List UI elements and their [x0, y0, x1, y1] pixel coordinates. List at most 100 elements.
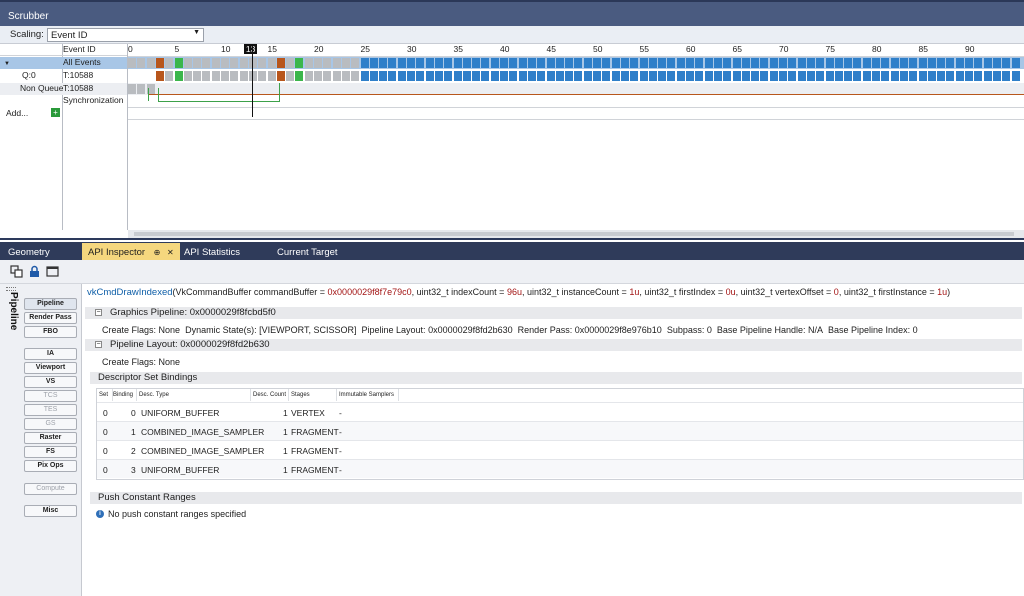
event-cell[interactable]	[927, 71, 936, 81]
event-cell[interactable]	[695, 58, 704, 68]
add-track[interactable]: Add...	[0, 108, 50, 120]
event-row-q0[interactable]	[128, 70, 1024, 82]
event-cell[interactable]	[230, 58, 239, 68]
event-cell[interactable]	[881, 71, 890, 81]
event-row-all[interactable]	[128, 57, 1024, 69]
event-cell[interactable]	[732, 58, 741, 68]
event-cell[interactable]	[490, 58, 499, 68]
event-cell[interactable]	[565, 58, 574, 68]
event-cell[interactable]	[751, 71, 760, 81]
event-cell[interactable]	[723, 58, 732, 68]
event-cell[interactable]	[806, 58, 815, 68]
pin-icon[interactable]: ⊕	[154, 248, 161, 257]
track-row-all-events[interactable]: ▼	[0, 57, 63, 69]
event-cell[interactable]	[323, 58, 332, 68]
event-cell[interactable]	[713, 71, 722, 81]
event-cell[interactable]	[797, 71, 806, 81]
event-cell[interactable]	[490, 71, 499, 81]
event-cell[interactable]	[267, 71, 276, 81]
event-cell[interactable]	[193, 58, 202, 68]
event-cell[interactable]	[825, 71, 834, 81]
event-cell[interactable]	[955, 71, 964, 81]
table-row[interactable]: 0 0 UNIFORM_BUFFER 1 VERTEX -	[97, 402, 1023, 421]
event-cell[interactable]	[137, 84, 146, 94]
event-cell[interactable]	[723, 71, 732, 81]
event-cell[interactable]	[546, 71, 555, 81]
event-cell[interactable]	[639, 58, 648, 68]
sidebar-vs-button[interactable]: VS	[24, 376, 77, 388]
event-cell[interactable]	[323, 71, 332, 81]
event-cell[interactable]	[230, 71, 239, 81]
event-cell[interactable]	[174, 71, 183, 81]
sidebar-fs-button[interactable]: FS	[24, 446, 77, 458]
track-row-nonqueue[interactable]: Non Queue	[0, 83, 63, 95]
event-cell[interactable]	[899, 71, 908, 81]
event-cell[interactable]	[332, 71, 341, 81]
event-cell[interactable]	[853, 58, 862, 68]
event-cell[interactable]	[546, 58, 555, 68]
event-cell[interactable]	[816, 71, 825, 81]
event-cell[interactable]	[304, 71, 313, 81]
event-cell[interactable]	[388, 71, 397, 81]
event-cell[interactable]	[351, 71, 360, 81]
sidebar-fbo-button[interactable]: FBO	[24, 326, 77, 338]
event-cell[interactable]	[992, 71, 1001, 81]
event-cell[interactable]	[258, 71, 267, 81]
event-cell[interactable]	[658, 58, 667, 68]
track-row-q0[interactable]: Q:0	[0, 70, 63, 82]
event-cell[interactable]	[527, 71, 536, 81]
event-cell[interactable]	[360, 71, 369, 81]
event-cell[interactable]	[444, 71, 453, 81]
event-cell[interactable]	[407, 58, 415, 68]
event-cell[interactable]	[788, 58, 797, 68]
event-cell[interactable]	[314, 58, 322, 68]
event-cell[interactable]	[314, 71, 322, 81]
event-cell[interactable]	[481, 58, 490, 68]
all-events-label[interactable]: All Events	[63, 57, 127, 69]
event-cell[interactable]	[239, 58, 248, 68]
event-cell[interactable]	[602, 58, 611, 68]
event-cell[interactable]	[676, 58, 685, 68]
scaling-dropdown[interactable]: Event ID ▼	[47, 28, 204, 42]
sidebar-compute-button[interactable]: Compute	[24, 483, 77, 495]
event-cell[interactable]	[500, 71, 508, 81]
sidebar-tcs-button[interactable]: TCS	[24, 390, 77, 402]
event-cell[interactable]	[155, 58, 164, 68]
event-cell[interactable]	[267, 58, 276, 68]
event-cell[interactable]	[128, 58, 136, 68]
event-cell[interactable]	[1002, 71, 1011, 81]
event-cell[interactable]	[500, 58, 508, 68]
event-cell[interactable]	[276, 71, 285, 81]
event-cell[interactable]	[593, 71, 601, 81]
event-cell[interactable]	[890, 71, 899, 81]
event-cell[interactable]	[1002, 58, 1011, 68]
event-cell[interactable]	[862, 58, 871, 68]
event-cell[interactable]	[518, 58, 527, 68]
event-cell[interactable]	[695, 71, 704, 81]
event-cell[interactable]	[221, 71, 229, 81]
tab-geometry[interactable]: Geometry	[2, 245, 56, 260]
event-cell[interactable]	[946, 58, 955, 68]
event-cell[interactable]	[258, 58, 267, 68]
event-cell[interactable]	[183, 58, 192, 68]
event-cell[interactable]	[332, 58, 341, 68]
event-cell[interactable]	[732, 71, 741, 81]
column-header-set[interactable]: Set	[99, 389, 113, 401]
add-icon[interactable]: +	[51, 108, 60, 117]
event-cell[interactable]	[909, 58, 918, 68]
event-cell[interactable]	[407, 71, 415, 81]
scrollbar-thumb[interactable]	[134, 232, 1014, 236]
event-cell[interactable]	[890, 58, 899, 68]
event-cell[interactable]	[704, 71, 713, 81]
tick-ruler[interactable]: 0 5 10 13 15 20 25 30 35 40 45 50 55 60 65 70 75 80 85 90	[128, 44, 1024, 57]
event-cell[interactable]	[974, 58, 983, 68]
event-cell[interactable]	[630, 71, 639, 81]
event-cell[interactable]	[537, 71, 546, 81]
event-cell[interactable]	[555, 58, 564, 68]
event-cell[interactable]	[425, 58, 434, 68]
event-cell[interactable]	[565, 71, 574, 81]
event-cell[interactable]	[676, 71, 685, 81]
event-cell[interactable]	[899, 58, 908, 68]
event-cell[interactable]	[788, 71, 797, 81]
event-cell[interactable]	[974, 71, 983, 81]
